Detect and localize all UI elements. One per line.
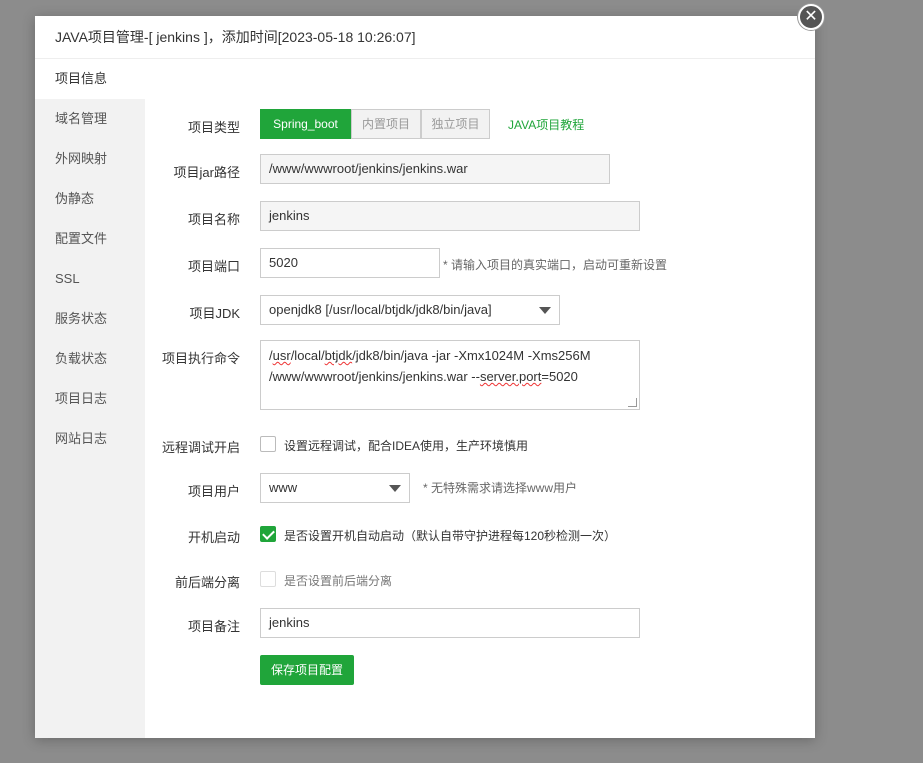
command-text: server.port: [479, 369, 542, 384]
chevron-down-icon: [539, 307, 551, 314]
command-text: =5020: [541, 369, 578, 384]
separation-checkbox-label: 是否设置前后端分离: [284, 574, 393, 588]
command-text: /local/: [290, 348, 325, 363]
project-type-label: 项目类型: [187, 120, 240, 135]
sidebar-item-rewrite[interactable]: 伪静态: [35, 179, 145, 219]
user-hint: * 无特殊需求请选择www用户: [423, 481, 578, 495]
remote-debug-label: 远程调试开启: [161, 440, 240, 455]
dialog-title: JAVA项目管理-[ jenkins ]，添加时间[2023-05-18 10:…: [35, 16, 815, 59]
remark-label: 项目备注: [187, 619, 240, 634]
jar-path-input[interactable]: /www/wwwroot/jenkins/jenkins.war: [260, 154, 610, 184]
sidebar-item-project-info[interactable]: 项目信息: [35, 59, 145, 99]
command-label: 项目执行命令: [161, 351, 240, 366]
command-line-1: /usr/local/btjdk/jdk8/bin/java -jar -Xmx…: [269, 345, 631, 366]
separation-label: 前后端分离: [174, 575, 240, 590]
project-name-label: 项目名称: [187, 212, 240, 227]
user-select-value: www: [269, 480, 298, 495]
sidebar-item-project-log[interactable]: 项目日志: [35, 379, 145, 419]
separation-checkbox[interactable]: [260, 571, 276, 587]
autostart-checkbox-label: 是否设置开机自动启动（默认自带守护进程每120秒检测一次）: [284, 529, 617, 543]
command-text: /jdk8/bin/java -jar -Xmx1024M -Xms256M: [352, 348, 591, 363]
remote-debug-checkbox-label: 设置远程调试，配合IDEA使用，生产环境慎用: [284, 439, 529, 453]
user-label: 项目用户: [187, 484, 240, 499]
jdk-select[interactable]: openjdk8 [/usr/local/btjdk/jdk8/bin/java…: [260, 295, 560, 325]
jar-path-label: 项目jar路径: [173, 165, 240, 180]
close-icon[interactable]: ✕: [798, 4, 824, 30]
command-line-2: /www/wwwroot/jenkins/jenkins.war --serve…: [269, 366, 631, 387]
autostart-checkbox[interactable]: [260, 526, 276, 542]
sidebar: 项目信息 域名管理 外网映射 伪静态 配置文件 SSL 服务状态 负载状态 项目…: [35, 59, 145, 738]
sidebar-item-service-status[interactable]: 服务状态: [35, 299, 145, 339]
project-dialog: JAVA项目管理-[ jenkins ]，添加时间[2023-05-18 10:…: [35, 16, 815, 738]
remote-debug-checkbox[interactable]: [260, 436, 276, 452]
remark-input[interactable]: jenkins: [260, 608, 640, 638]
command-text: btjdk: [324, 348, 353, 363]
type-builtin-button[interactable]: 内置项目: [351, 109, 421, 139]
type-standalone-button[interactable]: 独立项目: [421, 109, 490, 139]
user-select[interactable]: www: [260, 473, 410, 503]
sidebar-item-config-file[interactable]: 配置文件: [35, 219, 145, 259]
sidebar-item-domain[interactable]: 域名管理: [35, 99, 145, 139]
autostart-label: 开机启动: [187, 530, 240, 545]
sidebar-item-external-mapping[interactable]: 外网映射: [35, 139, 145, 179]
command-text: usr: [272, 348, 291, 363]
command-text: /www/wwwroot/jenkins/jenkins.war --: [269, 369, 480, 384]
sidebar-item-load-status[interactable]: 负载状态: [35, 339, 145, 379]
command-textarea[interactable]: /usr/local/btjdk/jdk8/bin/java -jar -Xmx…: [260, 340, 640, 410]
port-label: 项目端口: [187, 259, 240, 274]
sidebar-item-site-log[interactable]: 网站日志: [35, 419, 145, 459]
type-spring-boot-button[interactable]: Spring_boot: [260, 109, 351, 139]
resize-handle-icon[interactable]: [628, 398, 637, 407]
port-hint: * 请输入项目的真实端口，启动可重新设置: [443, 258, 668, 272]
jdk-select-value: openjdk8 [/usr/local/btjdk/jdk8/bin/java…: [269, 302, 492, 317]
project-name-input[interactable]: jenkins: [260, 201, 640, 231]
chevron-down-icon: [389, 485, 401, 492]
save-config-button[interactable]: 保存项目配置: [260, 655, 355, 685]
java-tutorial-link[interactable]: JAVA项目教程: [508, 116, 584, 133]
port-input[interactable]: 5020: [260, 248, 440, 278]
form-content: 项目类型 Spring_boot 内置项目 独立项目 JAVA项目教程 项目ja…: [145, 59, 815, 738]
jdk-label: 项目JDK: [189, 306, 240, 321]
sidebar-item-ssl[interactable]: SSL: [35, 259, 145, 299]
